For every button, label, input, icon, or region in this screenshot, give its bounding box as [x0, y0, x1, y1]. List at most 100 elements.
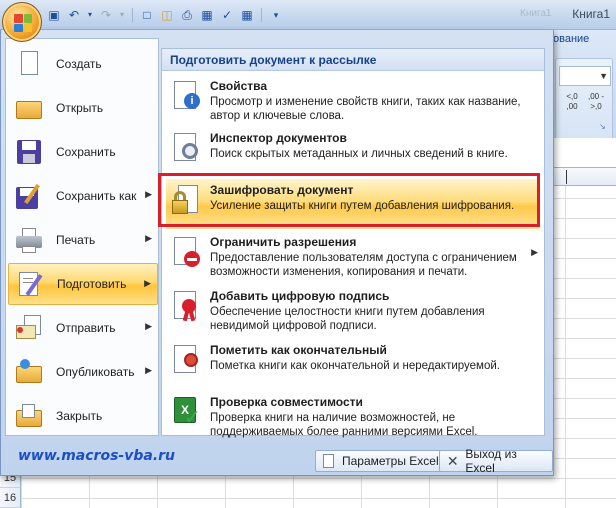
submenu-item-properties[interactable]: i Свойства Просмотр и изменение свойств …: [166, 75, 540, 125]
send-envelope-icon: [14, 313, 44, 343]
excel-options-label: Параметры Excel: [342, 454, 439, 468]
submenu-item-title: Пометить как окончательный: [210, 343, 387, 357]
submenu-arrow-icon: ▶: [145, 321, 152, 331]
office-menu: Создать Открыть Сохранить Сохранить как: [0, 30, 554, 476]
submenu-item-desc: Поиск скрытых метаданных и личных сведен…: [210, 148, 508, 160]
publish-folder-icon: [14, 357, 44, 387]
menu-item-save[interactable]: Сохранить: [8, 131, 158, 173]
submenu-item-desc: Усиление защиты книги путем добавления ш…: [210, 200, 515, 212]
quick-access-toolbar: ▣ ↶ ▾ ↷ ▾ □ ◫ ⎙ ▦ ✓ ▦ ▾: [46, 6, 284, 24]
menu-item-print[interactable]: Печать ▶: [8, 219, 158, 261]
decrease-decimal-icon[interactable]: ,00 ->,0: [585, 92, 607, 114]
submenu-item-desc: Обеспечение целостности книги путем доба…: [210, 306, 485, 332]
menu-item-close[interactable]: Закрыть: [8, 395, 158, 437]
undo-icon[interactable]: ↶: [66, 7, 82, 23]
menu-item-label: Открыть: [56, 101, 104, 115]
menu-item-label: Создать: [56, 57, 102, 71]
submenu-arrow-icon: ▶: [145, 189, 152, 199]
properties-icon: i: [172, 81, 202, 113]
table-grid-icon[interactable]: ▦: [239, 7, 255, 23]
excel-options-button[interactable]: Параметры Excel: [315, 450, 446, 472]
open-folder-icon: [14, 93, 44, 123]
menu-item-send[interactable]: Отправить ▶: [8, 307, 158, 349]
undo-dropdown-icon[interactable]: ▾: [86, 7, 94, 23]
watermark: www.macros-vba.ru: [18, 448, 176, 464]
redo-dropdown-icon[interactable]: ▾: [118, 7, 126, 23]
exit-excel-button[interactable]: ✕ Выход из Excel: [439, 447, 553, 475]
submenu-arrow-icon: ▶: [144, 278, 151, 288]
column-resize-cursor: [566, 170, 567, 184]
submenu-item-title: Зашифровать документ: [210, 183, 354, 197]
number-format-combo[interactable]: ▼: [559, 66, 611, 86]
qat-divider: [132, 8, 133, 22]
increase-decimal-icon[interactable]: <,0 ,00: [561, 92, 583, 114]
new-document-icon: [14, 49, 44, 79]
submenu-item-signature[interactable]: Добавить цифровую подпись Обеспечение це…: [166, 285, 540, 335]
submenu-item-restrict[interactable]: Ограничить разрешения Предоставление пол…: [166, 231, 540, 281]
submenu-item-encrypt[interactable]: Зашифровать документ Усиление защиты кни…: [166, 179, 540, 229]
printer-icon: [14, 225, 44, 255]
chevron-down-icon[interactable]: ▼: [599, 71, 608, 81]
submenu-item-title: Ограничить разрешения: [210, 235, 357, 249]
mark-final-icon: [172, 345, 202, 377]
compatibility-check-icon: X ✓: [172, 397, 202, 429]
menu-commands-pane: Создать Открыть Сохранить Сохранить как: [5, 38, 159, 436]
row-header-16[interactable]: 16: [0, 488, 21, 508]
exit-excel-label: Выход из Excel: [465, 447, 517, 475]
options-doc-icon: [322, 454, 336, 468]
office-button[interactable]: [2, 2, 42, 42]
ribbon: ование ▼ <,0 ,00 ,00 ->,0 ↘: [548, 30, 616, 140]
office-logo-icon: [14, 14, 32, 32]
quick-print-icon[interactable]: ⎙: [179, 7, 195, 23]
encrypt-lock-icon: [172, 185, 202, 217]
new-file-icon[interactable]: □: [139, 7, 155, 23]
redo-icon[interactable]: ↷: [98, 7, 114, 23]
submenu-arrow-icon: ▶: [145, 233, 152, 243]
qat-divider: [261, 8, 262, 22]
submenu-item-title: Инспектор документов: [210, 131, 347, 145]
submenu-arrow-icon: ▶: [145, 365, 152, 375]
submenu-item-desc: Предоставление пользователям доступа с о…: [210, 252, 517, 278]
submenu-item-desc: Пометка книги как окончательной и нереда…: [210, 360, 500, 372]
title-bar: ▣ ↶ ▾ ↷ ▾ □ ◫ ⎙ ▦ ✓ ▦ ▾ Книга1 Книга1: [0, 0, 616, 30]
menu-item-label: Опубликовать: [56, 365, 135, 379]
formula-bar[interactable]: [548, 138, 616, 168]
save-as-icon: [14, 181, 44, 211]
menu-item-publish[interactable]: Опубликовать ▶: [8, 351, 158, 393]
submenu-arrow-icon: ▶: [531, 247, 538, 257]
save-floppy-icon: [14, 137, 44, 167]
open-file-icon[interactable]: ◫: [159, 7, 175, 23]
menu-item-prepare[interactable]: Подготовить ▶: [8, 263, 158, 305]
menu-item-label: Сохранить: [56, 145, 116, 159]
window-title: Книга1: [572, 7, 610, 21]
submenu-item-title: Проверка совместимости: [210, 395, 363, 409]
menu-item-label: Отправить: [56, 321, 116, 335]
title-faded: Книга1: [520, 8, 552, 19]
menu-item-label: Закрыть: [56, 409, 103, 423]
submenu-item-title: Свойства: [210, 79, 268, 93]
customize-qat-icon[interactable]: ▾: [268, 7, 284, 23]
menu-item-label: Сохранить как: [56, 189, 137, 203]
menu-item-open[interactable]: Открыть: [8, 87, 158, 129]
submenu-item-mark-final[interactable]: Пометить как окончательный Пометка книги…: [166, 339, 540, 389]
close-folder-icon: [14, 401, 44, 431]
close-icon: ✕: [446, 453, 459, 469]
menu-item-label: Печать: [56, 233, 96, 247]
column-header[interactable]: [548, 168, 616, 186]
submenu-item-inspector[interactable]: Инспектор документов Поиск скрытых метад…: [166, 127, 540, 177]
submenu-item-title: Добавить цифровую подпись: [210, 289, 390, 303]
dialog-launcher-icon[interactable]: ↘: [599, 122, 609, 132]
save-icon[interactable]: ▣: [46, 7, 62, 23]
submenu-item-desc: Просмотр и изменение свойств книги, таки…: [210, 96, 521, 122]
menu-item-create[interactable]: Создать: [8, 43, 158, 85]
print-preview-icon[interactable]: ▦: [199, 7, 215, 23]
submenu-item-desc: Проверка книги на наличие возможностей, …: [210, 412, 478, 438]
digital-signature-icon: [172, 291, 202, 323]
submenu-title: Подготовить документ к рассылке: [162, 49, 544, 71]
spelling-icon[interactable]: ✓: [219, 7, 235, 23]
prepare-submenu-pane: Подготовить документ к рассылке i Свойст…: [161, 48, 545, 438]
submenu-item-compatibility[interactable]: X ✓ Проверка совместимости Проверка книг…: [166, 391, 540, 441]
prepare-pen-icon: [15, 269, 45, 299]
ribbon-tab-fragment[interactable]: ование: [553, 33, 589, 45]
menu-item-save-as[interactable]: Сохранить как ▶: [8, 175, 158, 217]
